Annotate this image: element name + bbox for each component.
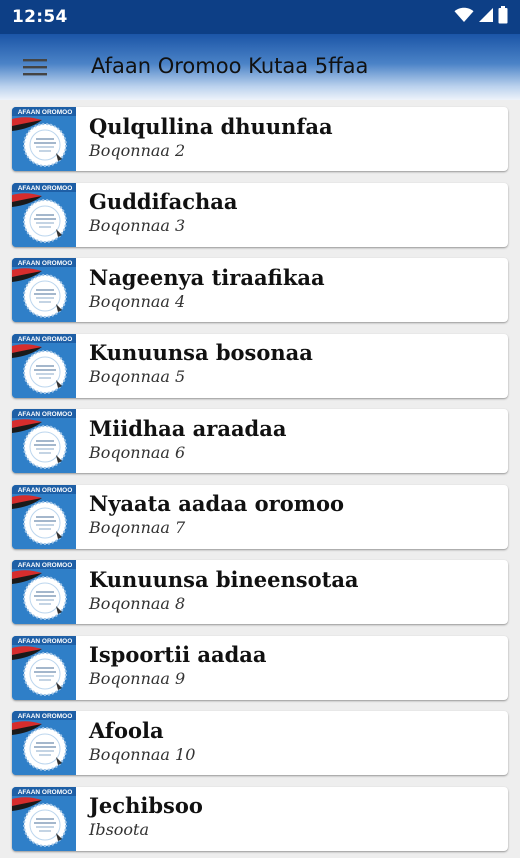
svg-text:AFAAN OROMOO: AFAAN OROMOO <box>18 109 73 116</box>
book-cover-thumbnail: AFAAN OROMOO <box>12 333 76 398</box>
menu-button[interactable] <box>0 34 70 100</box>
book-cover-thumbnail: AFAAN OROMOO <box>12 560 76 624</box>
lesson-subtitle: Boqonnaa 2 <box>89 140 186 160</box>
lesson-subtitle: Boqonnaa 4 <box>89 291 186 311</box>
status-time: 12:54 <box>12 7 68 27</box>
status-icons <box>454 6 508 28</box>
book-cover-thumbnail: AFAAN OROMOO <box>12 182 76 247</box>
lesson-title: Miidhaa araadaa <box>89 415 287 441</box>
book-cover-thumbnail: AFAAN OROMOO <box>12 258 76 322</box>
svg-text:AFAAN OROMOO: AFAAN OROMOO <box>18 638 73 645</box>
svg-text:AFAAN OROMOO: AFAAN OROMOO <box>18 713 73 720</box>
lesson-card[interactable]: AFAAN OROMOO Kunuunsa bosonaa Boqonnaa 5 <box>12 333 508 398</box>
hamburger-menu-icon <box>22 57 48 77</box>
book-cover-thumbnail: AFAAN OROMOO <box>12 635 76 700</box>
svg-text:AFAAN OROMOO: AFAAN OROMOO <box>18 411 73 418</box>
svg-text:AFAAN OROMOO: AFAAN OROMOO <box>18 487 73 494</box>
app-bar: Afaan Oromoo Kutaa 5ffaa <box>0 34 520 100</box>
book-cover-thumbnail: AFAAN OROMOO <box>12 711 76 775</box>
cell-signal-icon <box>478 7 494 27</box>
lesson-title: Nyaata aadaa oromoo <box>89 491 344 516</box>
lesson-text: Kunuunsa bineensotaa Boqonnaa 8 <box>76 560 508 624</box>
lesson-card[interactable]: AFAAN OROMOO Miidhaa araadaa Boqonnaa 6 <box>12 409 508 473</box>
lesson-card[interactable]: AFAAN OROMOO Ispoortii aadaa Boqonnaa 9 <box>12 635 508 700</box>
lesson-card[interactable]: AFAAN OROMOO Nageenya tiraafikaa Boqonna… <box>12 258 508 322</box>
lesson-title: Qulqullina dhuunfaa <box>89 113 333 139</box>
lesson-card[interactable]: AFAAN OROMOO Guddifachaa Boqonnaa 3 <box>12 182 508 247</box>
lesson-subtitle: Boqonnaa 5 <box>89 367 186 386</box>
lesson-subtitle: Boqonnaa 10 <box>89 744 196 764</box>
svg-text:AFAAN OROMOO: AFAAN OROMOO <box>18 789 73 796</box>
lesson-subtitle: Boqonnaa 8 <box>89 593 186 613</box>
lesson-text: Nyaata aadaa oromoo Boqonnaa 7 <box>76 485 508 549</box>
battery-icon <box>498 6 508 28</box>
lesson-text: Guddifachaa Boqonnaa 3 <box>76 183 508 247</box>
lesson-text: Ispoortii aadaa Boqonnaa 9 <box>76 636 508 700</box>
lesson-title: Guddifachaa <box>89 189 238 214</box>
lesson-title: Kunuunsa bosonaa <box>89 340 313 365</box>
lesson-title: Ispoortii aadaa <box>89 642 267 667</box>
lesson-list: AFAAN OROMOO Qulqullina dhuunfaa Boqonna… <box>12 107 508 851</box>
lesson-card[interactable]: AFAAN OROMOO Jechibsoo Ibsoota <box>12 786 508 851</box>
book-cover-thumbnail: AFAAN OROMOO <box>12 107 76 171</box>
lesson-title: Jechibsoo <box>89 793 203 818</box>
lesson-card[interactable]: AFAAN OROMOO Qulqullina dhuunfaa Boqonna… <box>12 107 508 171</box>
svg-text:AFAAN OROMOO: AFAAN OROMOO <box>18 562 73 569</box>
lesson-subtitle: Boqonnaa 3 <box>89 216 186 235</box>
lesson-text: Nageenya tiraafikaa Boqonnaa 4 <box>76 258 508 322</box>
book-cover-thumbnail: AFAAN OROMOO <box>12 409 76 473</box>
lesson-text: Qulqullina dhuunfaa Boqonnaa 2 <box>76 107 508 171</box>
lesson-text: Afoola Boqonnaa 10 <box>76 711 508 775</box>
status-bar: 12:54 <box>0 0 520 34</box>
svg-text:AFAAN OROMOO: AFAAN OROMOO <box>18 336 73 343</box>
lesson-title: Kunuunsa bineensotaa <box>89 566 359 592</box>
lesson-text: Jechibsoo Ibsoota <box>76 787 508 851</box>
app-title: Afaan Oromoo Kutaa 5ffaa <box>91 54 369 78</box>
svg-text:AFAAN OROMOO: AFAAN OROMOO <box>18 260 73 267</box>
wifi-icon <box>454 7 474 27</box>
lesson-title: Afoola <box>89 717 164 743</box>
lesson-card[interactable]: AFAAN OROMOO Nyaata aadaa oromoo Boqonna… <box>12 484 508 549</box>
lesson-subtitle: Ibsoota <box>89 820 150 839</box>
book-cover-thumbnail: AFAAN OROMOO <box>12 484 76 549</box>
lesson-text: Kunuunsa bosonaa Boqonnaa 5 <box>76 334 508 398</box>
lesson-card[interactable]: AFAAN OROMOO Afoola Boqonnaa 10 <box>12 711 508 775</box>
book-cover-thumbnail: AFAAN OROMOO <box>12 786 76 851</box>
lesson-text: Miidhaa araadaa Boqonnaa 6 <box>76 409 508 473</box>
lesson-card[interactable]: AFAAN OROMOO Kunuunsa bineensotaa Boqonn… <box>12 560 508 624</box>
lesson-title: Nageenya tiraafikaa <box>89 264 325 290</box>
lesson-subtitle: Boqonnaa 9 <box>89 669 186 688</box>
lesson-subtitle: Boqonnaa 6 <box>89 442 186 462</box>
lesson-subtitle: Boqonnaa 7 <box>89 518 186 537</box>
svg-text:AFAAN OROMOO: AFAAN OROMOO <box>18 185 73 192</box>
